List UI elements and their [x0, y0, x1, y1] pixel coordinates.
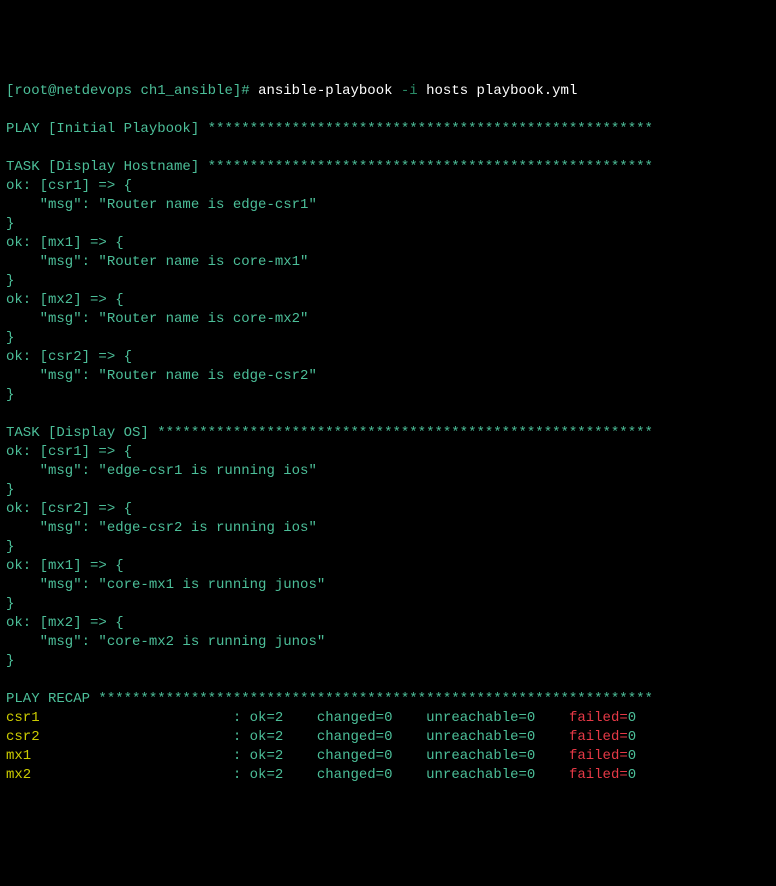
prompt-user-host: root@netdevops: [14, 83, 132, 99]
prompt-hash: #: [241, 83, 249, 99]
prompt-dir: ch1_ansible: [140, 83, 232, 99]
recap-changed: changed=0: [317, 710, 393, 726]
recap-failed-val: 0: [628, 748, 636, 764]
task2-header: TASK [Display OS]: [6, 425, 149, 441]
recap-colon: :: [233, 767, 241, 783]
command-space3: [418, 83, 426, 99]
recap-row: mx2: [6, 767, 233, 783]
recap-row: csr1: [6, 710, 233, 726]
command-flag: -i: [401, 83, 418, 99]
play-header: PLAY [Initial Playbook]: [6, 121, 199, 137]
recap-colon: :: [233, 710, 241, 726]
recap-colon: :: [233, 729, 241, 745]
recap-unreachable: unreachable=0: [426, 767, 535, 783]
recap-row: csr2: [6, 729, 233, 745]
recap-header: PLAY RECAP: [6, 691, 90, 707]
recap-unreachable: unreachable=0: [426, 748, 535, 764]
command: ansible-playbook: [258, 83, 392, 99]
recap-changed: changed=0: [317, 767, 393, 783]
terminal-output: [root@netdevops ch1_ansible]# ansible-pl…: [6, 82, 770, 785]
prompt-close: ]: [233, 83, 241, 99]
recap-changed: changed=0: [317, 748, 393, 764]
recap-failed: failed=: [569, 710, 628, 726]
recap-failed-val: 0: [628, 710, 636, 726]
command-args: hosts playbook.yml: [426, 83, 577, 99]
recap-failed: failed=: [569, 748, 628, 764]
recap-changed: changed=0: [317, 729, 393, 745]
recap-row: mx1: [6, 748, 233, 764]
recap-ok: ok=2: [250, 729, 284, 745]
recap-failed: failed=: [569, 767, 628, 783]
recap-stars: ****************************************…: [90, 691, 653, 707]
play-stars: ****************************************…: [199, 121, 653, 137]
task2-stars: ****************************************…: [149, 425, 653, 441]
task1-header: TASK [Display Hostname]: [6, 159, 199, 175]
recap-ok: ok=2: [250, 710, 284, 726]
command-space: [250, 83, 258, 99]
recap-failed-val: 0: [628, 729, 636, 745]
recap-failed: failed=: [569, 729, 628, 745]
command-space2: [393, 83, 401, 99]
task1-stars: ****************************************…: [199, 159, 653, 175]
recap-unreachable: unreachable=0: [426, 729, 535, 745]
recap-unreachable: unreachable=0: [426, 710, 535, 726]
recap-ok: ok=2: [250, 748, 284, 764]
recap-ok: ok=2: [250, 767, 284, 783]
recap-colon: :: [233, 748, 241, 764]
recap-failed-val: 0: [628, 767, 636, 783]
